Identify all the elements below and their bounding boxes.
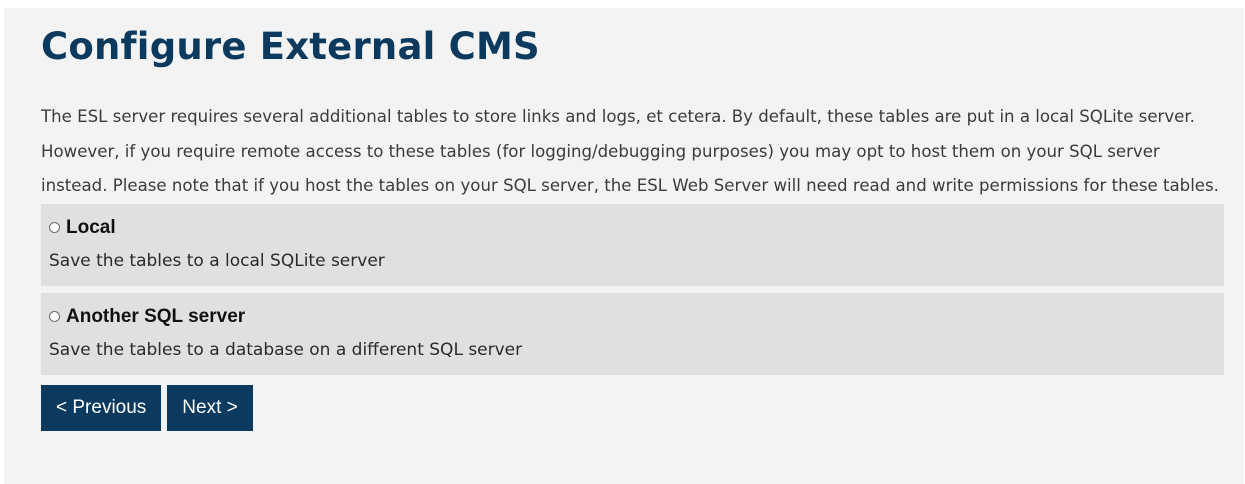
option-local-description: Save the tables to a local SQLite server <box>49 250 385 271</box>
option-local[interactable]: Local Save the tables to a local SQLite … <box>41 203 1224 286</box>
navigation-buttons: < Previous Next > <box>41 384 1224 431</box>
option-local-title: Local <box>66 216 116 238</box>
previous-button[interactable]: < Previous <box>41 384 162 431</box>
local-radio-button[interactable] <box>49 222 60 233</box>
main-content: Configure External CMS The ESL server re… <box>41 8 1224 431</box>
page-title: Configure External CMS <box>41 25 540 68</box>
option-local-header: Local <box>49 215 116 241</box>
next-button[interactable]: Next > <box>167 384 253 431</box>
page-container: Configure External CMS The ESL server re… <box>4 8 1244 484</box>
option-another-sql-server-description: Save the tables to a database on a diffe… <box>49 339 523 360</box>
option-another-sql-server-header: Another SQL server <box>49 304 245 330</box>
option-another-sql-server[interactable]: Another SQL server Save the tables to a … <box>41 292 1224 375</box>
option-another-sql-server-title: Another SQL server <box>66 305 246 327</box>
another-sql-server-radio-button[interactable] <box>49 311 60 322</box>
intro-paragraph: The ESL server requires several addition… <box>41 107 1219 195</box>
